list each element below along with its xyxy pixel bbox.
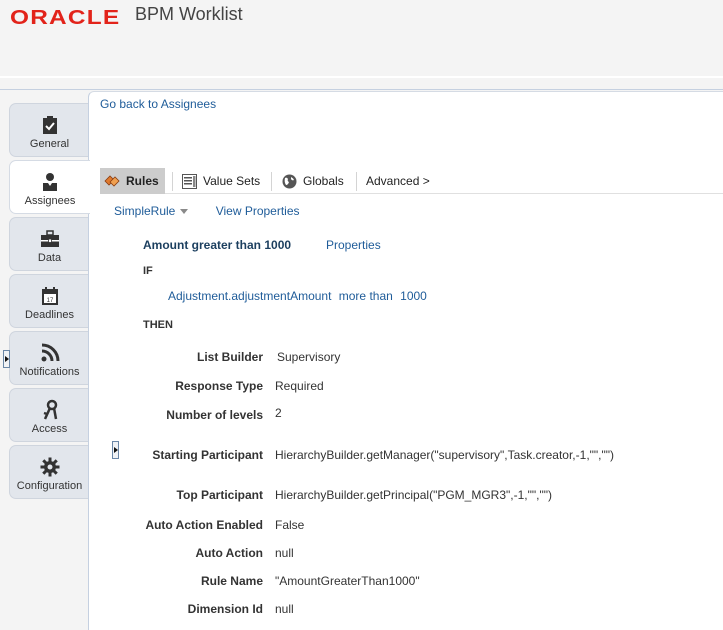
rule-selector-label: SimpleRule <box>114 204 176 218</box>
app-header: ORACLE BPM Worklist <box>0 0 723 78</box>
if-keyword: IF <box>143 265 153 277</box>
oracle-logo: ORACLE <box>10 7 121 29</box>
tab-access-label: Access <box>31 423 68 435</box>
field-value: Required <box>275 379 324 393</box>
field-label: Response Type <box>175 379 263 393</box>
toolbar-divider <box>172 172 173 191</box>
tab-configuration[interactable]: Configuration <box>9 445 89 499</box>
tab-general-label: General <box>29 138 70 150</box>
tab-access[interactable]: Access <box>9 388 89 442</box>
tab-notifications-label: Notifications <box>19 366 80 378</box>
tab-general[interactable]: General <box>9 103 89 157</box>
rule-selector[interactable]: SimpleRule <box>114 204 189 218</box>
globals-tab-label: Globals <box>303 174 344 188</box>
condition-left-operand[interactable]: Adjustment.adjustmentAmount <box>168 289 331 303</box>
field-value: "AmountGreaterThan1000" <box>275 574 420 588</box>
advanced-tab-label: Advanced > <box>366 174 430 188</box>
rss-icon <box>41 343 59 362</box>
field-value: False <box>275 518 305 532</box>
field-label: Starting Participant <box>152 448 263 462</box>
value-sets-tab[interactable]: Value Sets <box>182 168 260 194</box>
field-label: List Builder <box>196 350 263 364</box>
back-to-assignees-link[interactable]: Go back to Assignees <box>100 97 216 111</box>
user-icon <box>43 173 57 191</box>
rule-bar: SimpleRule View Properties <box>114 204 300 218</box>
rules-tab-label: Rules <box>126 174 159 188</box>
keys-icon <box>43 399 57 420</box>
field-value: null <box>275 546 294 560</box>
calendar-icon: 17 <box>41 287 58 305</box>
svg-text:17: 17 <box>46 298 53 304</box>
field-value: 2 <box>275 406 282 420</box>
field-value: HierarchyBuilder.getManager("supervisory… <box>275 448 615 462</box>
value-sets-icon <box>182 173 197 189</box>
rule-panel: Go back to Assignees Rules Value Sets Gl… <box>88 91 723 630</box>
tab-deadlines[interactable]: 17 Deadlines <box>9 274 89 328</box>
tab-data-label: Data <box>37 252 62 264</box>
tab-configuration-label: Configuration <box>16 480 83 492</box>
rules-toolbar: Rules Value Sets Globals Advanced > <box>100 168 723 194</box>
field-value: Supervisory <box>277 350 341 364</box>
tab-deadlines-label: Deadlines <box>25 309 74 321</box>
field-label: Number of levels <box>166 408 263 422</box>
rule-properties-link[interactable]: Properties <box>326 238 381 252</box>
rules-tab[interactable]: Rules <box>100 168 165 194</box>
tab-assignees-label: Assignees <box>24 195 76 207</box>
advanced-tab[interactable]: Advanced > <box>366 168 430 194</box>
view-properties-link[interactable]: View Properties <box>216 204 300 218</box>
rules-icon <box>104 175 120 187</box>
condition-operator[interactable]: more than <box>339 289 393 303</box>
tab-notifications[interactable]: Notifications <box>9 331 89 385</box>
tab-assignees[interactable]: Assignees <box>9 160 90 214</box>
field-value: null <box>275 602 294 616</box>
field-label: Auto Action <box>195 546 263 560</box>
toolbar-divider <box>356 172 357 191</box>
chevron-down-icon <box>180 209 189 215</box>
row-expand-toggle[interactable] <box>112 441 119 459</box>
globe-icon <box>282 174 297 188</box>
sidebar-expand-handle[interactable] <box>3 350 10 368</box>
gear-icon <box>40 457 59 477</box>
condition-right-operand[interactable]: 1000 <box>400 289 427 303</box>
value-sets-tab-label: Value Sets <box>203 174 261 188</box>
sub-header-bar <box>0 80 723 90</box>
field-label: Rule Name <box>200 574 263 588</box>
field-label: Auto Action Enabled <box>145 518 263 532</box>
field-value: HierarchyBuilder.getPrincipal("PGM_MGR3"… <box>275 488 552 502</box>
globals-tab[interactable]: Globals <box>282 168 344 194</box>
rule-condition: Adjustment.adjustmentAmount more than 10… <box>168 289 431 303</box>
tab-data[interactable]: Data <box>9 217 89 271</box>
briefcase-icon <box>40 230 59 247</box>
then-keyword: THEN <box>143 319 173 331</box>
toolbar-divider <box>271 172 272 191</box>
field-label: Top Participant <box>176 488 263 502</box>
rule-title: Amount greater than 1000 <box>143 238 292 252</box>
app-title: BPM Worklist <box>135 4 243 24</box>
clipboard-check-icon <box>42 116 57 134</box>
field-label: Dimension Id <box>187 602 263 616</box>
